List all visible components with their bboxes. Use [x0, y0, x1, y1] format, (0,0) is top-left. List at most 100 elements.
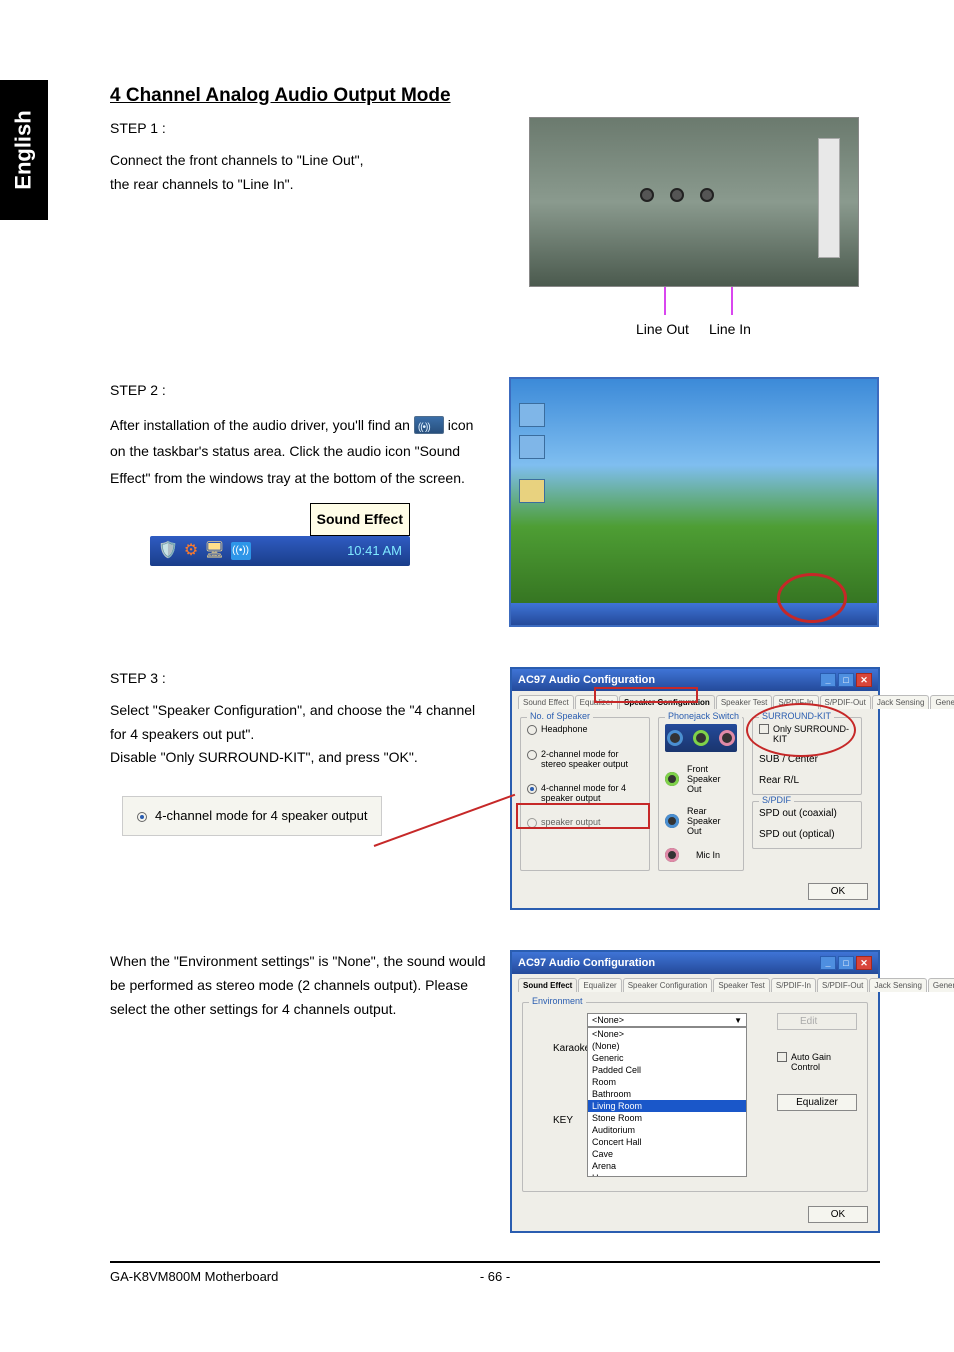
highlight-oval-only-surround: [746, 703, 856, 757]
env-option[interactable]: Arena: [588, 1160, 746, 1172]
step3-text: STEP 3 : Select "Speaker Configuration",…: [110, 667, 486, 836]
env-option[interactable]: Padded Cell: [588, 1064, 746, 1076]
checkbox-auto-gain[interactable]: Auto Gain Control: [777, 1052, 857, 1072]
label-spd-opt: SPD out (optical): [759, 829, 835, 840]
desktop-icon-3: [519, 479, 545, 503]
tab-jack-sensing[interactable]: Jack Sensing: [872, 695, 930, 709]
close-icon[interactable]: ✕: [856, 956, 872, 970]
row-micin: Mic In: [665, 848, 737, 862]
equalizer-button[interactable]: Equalizer: [777, 1094, 857, 1111]
rear-labels: Line Out Line In: [636, 321, 751, 337]
fieldset-no-of-speaker: No. of Speaker Headphone 2-channel mode …: [520, 717, 650, 871]
desktop-icon-1: [519, 403, 545, 427]
tab-speaker-test[interactable]: Speaker Test: [716, 695, 773, 709]
env-option[interactable]: Room: [588, 1076, 746, 1088]
legend-environment: Environment: [529, 996, 586, 1006]
env-option[interactable]: Bathroom: [588, 1088, 746, 1100]
window-buttons-2: _ □ ✕: [820, 956, 872, 970]
desktop-icon-2: [519, 435, 545, 459]
env-options-list[interactable]: <None>(None)GenericPadded CellRoomBathro…: [587, 1027, 747, 1177]
legend-spdif: S/PDIF: [759, 795, 794, 805]
ac97-dialog-speaker-config: AC97 Audio Configuration _ □ ✕ Sound Eff…: [510, 667, 880, 910]
tray-settings-icon: ⚙: [184, 536, 198, 566]
label-rear-out: Rear Speaker Out: [687, 806, 729, 836]
ok-button-2[interactable]: OK: [808, 1206, 868, 1223]
step2-label: STEP 2 :: [110, 377, 483, 404]
step3-p2: Disable "Only SURROUND-KIT", and press "…: [110, 746, 486, 770]
tray-audio-icon[interactable]: ((•)): [231, 542, 251, 560]
sound-effect-tray-clip: Sound Effect 🛡️ ⚙ 🖥 ((•)) 10:41 AM: [150, 503, 410, 566]
step3-row: STEP 3 : Select "Speaker Configuration",…: [110, 667, 880, 910]
tab-sound-effect[interactable]: Sound Effect: [518, 695, 574, 709]
maximize-icon[interactable]: □: [838, 956, 854, 970]
highlight-rect-tab: [594, 687, 698, 703]
sound-effect-balloon-row: Sound Effect: [150, 503, 410, 536]
env-option[interactable]: Stone Room: [588, 1112, 746, 1124]
windows-tray: 🛡️ ⚙ 🖥 ((•)) 10:41 AM: [150, 536, 410, 566]
label-lineout: Line Out: [636, 321, 689, 337]
label-linein: Line In: [709, 321, 751, 337]
tab-speaker-test-2[interactable]: Speaker Test: [713, 978, 770, 992]
env-option[interactable]: Generic: [588, 1052, 746, 1064]
audio-tray-icon: [414, 416, 444, 434]
tab-sound-effect-2[interactable]: Sound Effect: [518, 978, 577, 992]
radio-4ch-label: 4-channel mode for 4 speaker output: [541, 783, 643, 803]
label-rear-rl: Rear R/L: [759, 775, 799, 786]
step1-line1: Connect the front channels to "Line Out"…: [110, 149, 483, 173]
fieldset-phonejack: Phonejack Switch Front Speaker Out: [658, 717, 744, 871]
env-row: When the "Environment settings" is "None…: [110, 950, 880, 1233]
row-spd-coax: SPD out (coaxial): [759, 808, 855, 819]
ok-button[interactable]: OK: [808, 883, 868, 900]
tab-spdif-in-2[interactable]: S/PDIF-In: [771, 978, 816, 992]
four-channel-clip-text: 4-channel mode for 4 speaker output: [155, 805, 367, 827]
step1-text: STEP 1 : Connect the front channels to "…: [110, 117, 483, 337]
step1-label: STEP 1 :: [110, 117, 483, 141]
env-option[interactable]: Concert Hall: [588, 1136, 746, 1148]
jack-lineout-icon: [670, 188, 684, 202]
step2-para: After installation of the audio driver, …: [110, 412, 483, 492]
tab-jack-sensing-2[interactable]: Jack Sensing: [869, 978, 927, 992]
env-option[interactable]: Hangar: [588, 1172, 746, 1177]
tab-general-2[interactable]: General: [928, 978, 954, 992]
ac97-body: No. of Speaker Headphone 2-channel mode …: [512, 709, 878, 879]
close-icon[interactable]: ✕: [856, 673, 872, 687]
row-front-out: Front Speaker Out: [665, 764, 737, 794]
mini-jack-lime-icon: [665, 772, 679, 786]
env-option[interactable]: (None): [588, 1040, 746, 1052]
step1-line2: the rear channels to "Line In".: [110, 173, 483, 197]
env-option[interactable]: Living Room: [588, 1100, 746, 1112]
env-option[interactable]: <None>: [588, 1028, 746, 1040]
four-channel-clip: 4-channel mode for 4 speaker output: [122, 796, 382, 836]
minimize-icon[interactable]: _: [820, 673, 836, 687]
tab-equalizer-2[interactable]: Equalizer: [578, 978, 621, 992]
radio-2ch[interactable]: 2-channel mode for stereo speaker output: [527, 749, 643, 769]
radio-icon: [527, 725, 537, 735]
step3-p1: Select "Speaker Configuration", and choo…: [110, 699, 486, 747]
radio-headphone-label: Headphone: [541, 724, 588, 734]
legend-no-of-speaker: No. of Speaker: [527, 711, 593, 721]
tab-speaker-config-2[interactable]: Speaker Configuration: [623, 978, 713, 992]
pci-bracket: [818, 138, 840, 258]
label-micin: Mic In: [696, 850, 720, 860]
step2-p1a: After installation of the audio driver, …: [110, 417, 410, 433]
step2-text: STEP 2 : After installation of the audio…: [110, 377, 483, 566]
env-option[interactable]: Auditorium: [588, 1124, 746, 1136]
tray-monitor-icon: 🖥: [204, 536, 224, 566]
env-dropdown[interactable]: <None> ▼ <None>(None)GenericPadded CellR…: [587, 1013, 747, 1177]
label-auto-gain: Auto Gain Control: [791, 1052, 857, 1072]
env-option[interactable]: Cave: [588, 1148, 746, 1160]
tab-spdif-out-2[interactable]: S/PDIF-Out: [817, 978, 868, 992]
step1-row: STEP 1 : Connect the front channels to "…: [110, 117, 880, 337]
highlight-oval-icon: [777, 573, 847, 623]
minimize-icon[interactable]: _: [820, 956, 836, 970]
maximize-icon[interactable]: □: [838, 673, 854, 687]
step1-image-col: Line Out Line In: [507, 117, 880, 337]
edit-button[interactable]: Edit: [777, 1013, 857, 1030]
window-buttons: _ □ ✕: [820, 673, 872, 687]
radio-headphone[interactable]: Headphone: [527, 724, 643, 735]
radio-4ch[interactable]: 4-channel mode for 4 speaker output: [527, 783, 643, 803]
footer-spacer: [535, 1269, 880, 1284]
tab-general[interactable]: General: [930, 695, 954, 709]
env-ok-row: OK: [512, 1202, 878, 1231]
env-right-col: Edit Auto Gain Control Equalizer: [777, 1013, 857, 1111]
